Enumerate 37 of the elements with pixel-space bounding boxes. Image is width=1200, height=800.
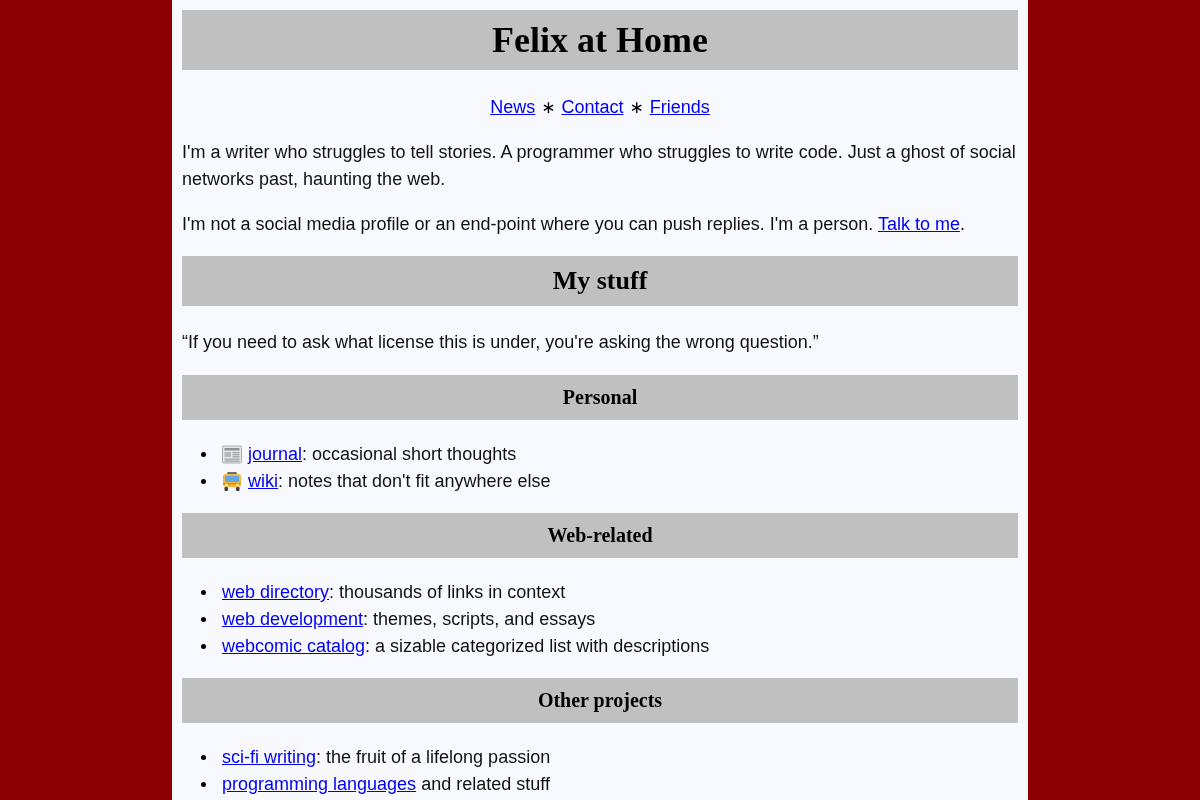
nav-link[interactable]: Contact [561, 94, 624, 121]
bullet-icon [201, 755, 206, 760]
site-title: Felix at Home [182, 10, 1018, 70]
project-link[interactable]: sci-fi writing [222, 747, 316, 767]
newspaper-icon [222, 445, 242, 464]
bullet-icon [201, 590, 206, 595]
intro-paragraph: I'm not a social media profile or an end-point where you can push replies. I'm a person. Talk to me. [182, 213, 966, 236]
bullet-icon [201, 644, 206, 649]
quote-text: “If you need to ask what license this is under, you're asking the wrong question.” [182, 331, 820, 354]
bullet-icon [201, 782, 206, 787]
project-link[interactable]: web development [222, 609, 364, 629]
talk-link[interactable]: Talk to me [877, 214, 960, 234]
list-item-text: programming languages and related stuff [222, 773, 550, 796]
list-item-text: web development: themes, scripts, and essays [222, 608, 596, 631]
bus-icon [222, 472, 242, 491]
project-link[interactable]: web directory [222, 582, 330, 602]
list-item-text: web directory: thousands of links in context [222, 581, 566, 604]
nav-link[interactable]: Friends [649, 94, 710, 121]
section-heading: My stuff [182, 256, 1018, 306]
group-heading: Personal [182, 375, 1018, 420]
project-link[interactable]: webcomic catalog [222, 636, 366, 656]
bullet-icon [201, 452, 206, 457]
intro-paragraph: I'm a writer who struggles to tell stories. A programmer who struggles to write code. Just a ghost of social networks past, haunting the web. [182, 141, 1017, 191]
project-link[interactable]: journal [248, 444, 303, 464]
bullet-icon [201, 617, 206, 622]
group-heading: Web-related [182, 513, 1018, 558]
bullet-icon [201, 479, 206, 484]
project-link[interactable]: wiki [248, 471, 278, 491]
nav-link[interactable]: News [490, 94, 536, 121]
list-item-text: journal: occasional short thoughts [248, 443, 517, 466]
list-item-text: webcomic catalog: a sizable categorized list with descriptions [222, 635, 710, 658]
project-link[interactable]: programming languages [222, 774, 417, 794]
list-item-text: sci-fi writing: the fruit of a lifelong passion [222, 746, 551, 769]
list-item-text: wiki: notes that don't fit anywhere else [248, 470, 551, 493]
nav-separator: ∗ [541, 96, 556, 119]
group-heading: Other projects [182, 678, 1018, 723]
nav-separator: ∗ [629, 96, 644, 119]
